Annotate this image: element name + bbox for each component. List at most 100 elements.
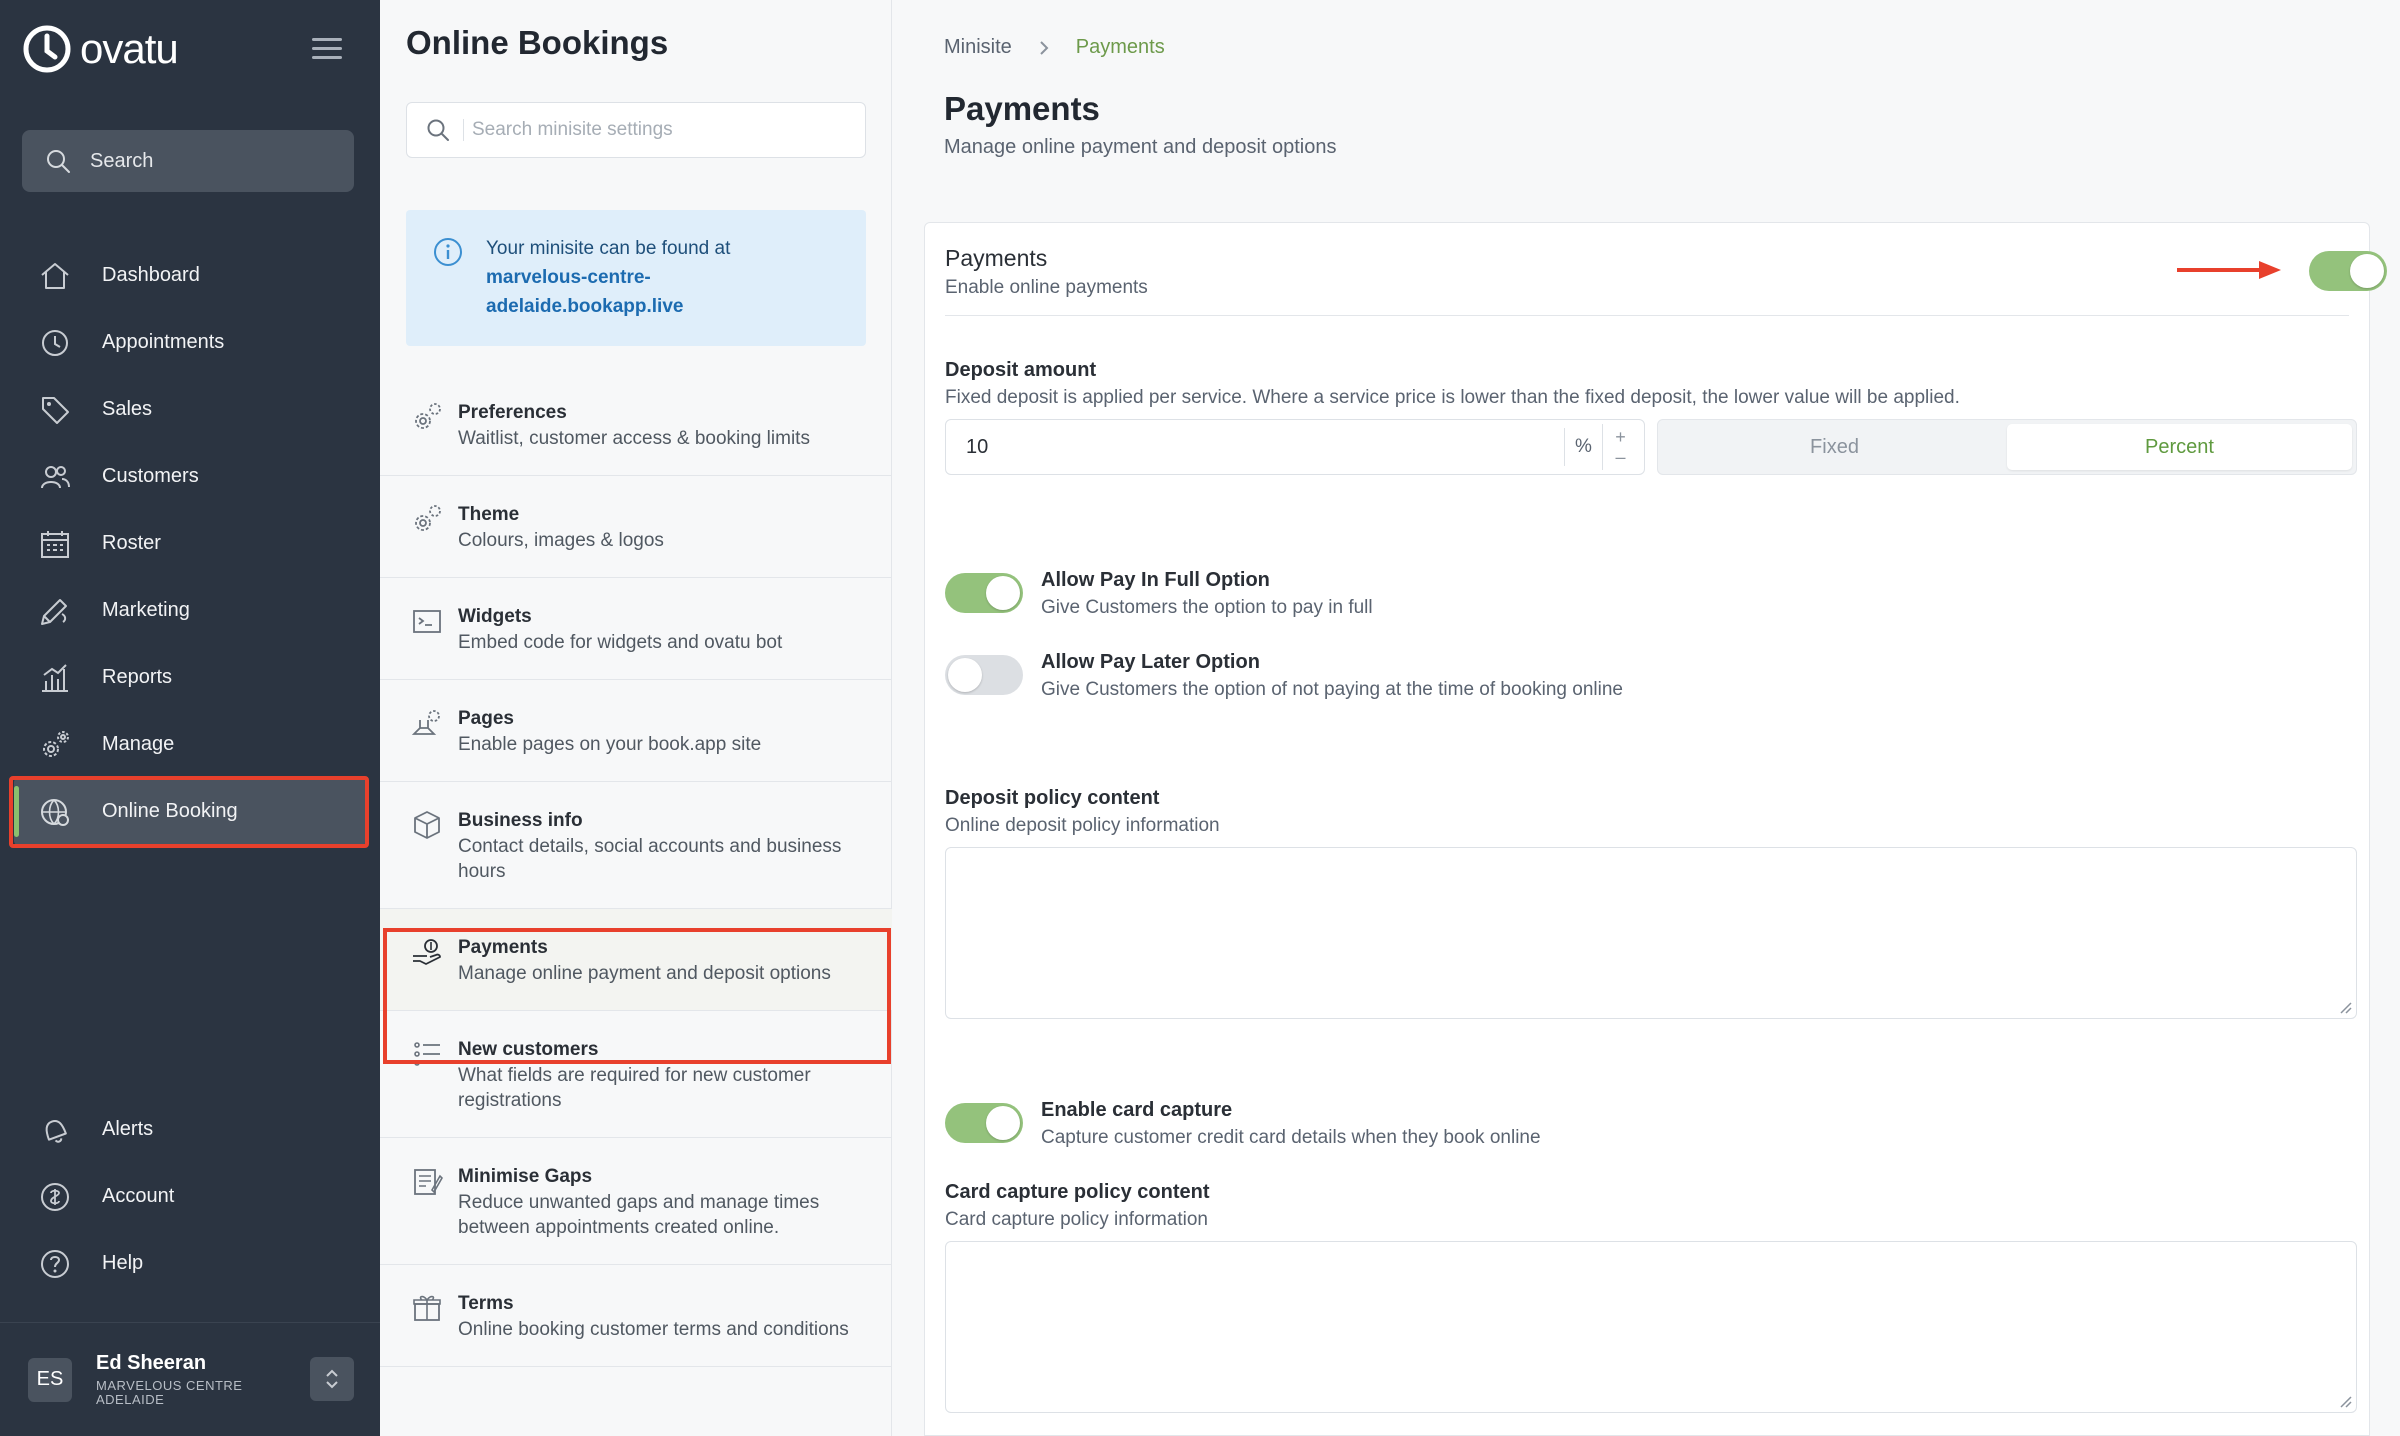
highlight-box-online-booking — [9, 776, 369, 848]
gift-icon — [413, 1295, 441, 1321]
sidebar-search[interactable]: Search — [22, 130, 354, 192]
settings-item-desc: Reduce unwanted gaps and manage times be… — [458, 1192, 820, 1238]
card-policy-textarea[interactable] — [945, 1241, 2357, 1413]
settings-panel-title: Online Bookings — [406, 24, 669, 61]
minisite-info-box: Your minisite can be found at marvelous-… — [406, 210, 866, 346]
deposit-amount-desc: Fixed deposit is applied per service. Wh… — [945, 387, 1960, 408]
sidebar-item-reports[interactable]: Reports — [0, 644, 380, 711]
settings-item-theme[interactable]: Theme Colours, images & logos — [380, 476, 892, 578]
sidebar-item-marketing[interactable]: Marketing — [0, 577, 380, 644]
decrement-icon[interactable]: – — [1615, 447, 1625, 467]
settings-item-desc: Contact details, social accounts and bus… — [458, 836, 842, 882]
chevron-up-down-icon — [326, 1369, 338, 1389]
sidebar-item-alerts[interactable]: Alerts — [0, 1096, 380, 1163]
info-icon — [434, 238, 462, 266]
card-capture-desc: Capture customer credit card details whe… — [1041, 1127, 1541, 1148]
settings-item-title: Theme — [458, 504, 520, 525]
settings-list: Preferences Waitlist, customer access & … — [380, 374, 892, 1367]
deposit-type-fixed[interactable]: Fixed — [1662, 424, 2007, 470]
deposit-policy-desc: Online deposit policy information — [945, 815, 1220, 836]
user-info: Ed Sheeran MARVELOUS CENTRE ADELAIDE — [96, 1352, 276, 1407]
sidebar-item-help[interactable]: Help — [0, 1230, 380, 1297]
deposit-type-percent[interactable]: Percent — [2007, 424, 2352, 470]
gears-icon — [415, 403, 441, 429]
sidebar-item-label: Customers — [102, 465, 199, 487]
increment-icon[interactable]: + — [1615, 427, 1626, 447]
hamburger-menu-icon[interactable] — [312, 38, 342, 62]
deposit-policy-textarea[interactable] — [945, 847, 2357, 1019]
settings-search-input[interactable] — [463, 119, 843, 141]
search-icon — [47, 150, 70, 173]
settings-item-desc: What fields are required for new custome… — [458, 1065, 811, 1111]
sidebar-item-dashboard[interactable]: Dashboard — [0, 242, 380, 309]
sidebar-item-account[interactable]: Account — [0, 1163, 380, 1230]
settings-item-title: Terms — [458, 1293, 514, 1314]
settings-search[interactable] — [406, 102, 866, 158]
pay-in-full-desc: Give Customers the option to pay in full — [1041, 597, 1373, 618]
tag-icon — [42, 396, 69, 424]
user-profile: ES Ed Sheeran MARVELOUS CENTRE ADELAIDE — [0, 1322, 380, 1436]
payments-title: Payments — [945, 245, 1048, 271]
settings-item-desc: Waitlist, customer access & booking limi… — [458, 428, 810, 449]
sidebar-item-label: Reports — [102, 666, 173, 688]
deposit-unit: % — [1564, 428, 1602, 466]
payments-toggle[interactable] — [2309, 251, 2387, 291]
breadcrumb: Minisite Payments — [944, 36, 1165, 59]
sidebar-item-appointments[interactable]: Appointments — [0, 309, 380, 376]
calendar-icon — [41, 530, 69, 558]
settings-item-pages[interactable]: Pages Enable pages on your book.app site — [380, 680, 892, 782]
users-icon — [41, 465, 70, 488]
sidebar-item-label: Help — [102, 1252, 144, 1274]
red-arrow-icon — [2177, 261, 2281, 279]
bar-chart-icon — [42, 663, 68, 692]
divider — [945, 315, 2349, 316]
settings-item-desc: Enable pages on your book.app site — [458, 734, 762, 755]
settings-panel: Online Bookings Your minisite can be fou… — [380, 0, 892, 1436]
logo[interactable]: ovatu — [22, 24, 179, 74]
avatar[interactable]: ES — [28, 1357, 72, 1402]
pay-in-full-toggle[interactable] — [945, 573, 1023, 613]
breadcrumb-minisite[interactable]: Minisite — [944, 36, 1012, 59]
sidebar-item-manage[interactable]: Manage — [0, 711, 380, 778]
sidebar: ovatu Search Dashboard Appointments Sale… — [0, 0, 380, 1436]
box-icon — [414, 811, 440, 839]
pay-later-toggle[interactable] — [945, 655, 1023, 695]
user-organization: MARVELOUS CENTRE ADELAIDE — [96, 1378, 243, 1407]
settings-item-title: Business info — [458, 810, 583, 831]
account-switcher-button[interactable] — [310, 1357, 354, 1401]
resize-handle-icon[interactable] — [2338, 1000, 2352, 1014]
highlight-box-payments — [383, 928, 891, 1064]
sidebar-item-sales[interactable]: Sales — [0, 376, 380, 443]
card-capture-label: Enable card capture — [1041, 1099, 1233, 1121]
settings-item-minimise-gaps[interactable]: Minimise Gaps Reduce unwanted gaps and m… — [380, 1138, 892, 1265]
deposit-type-segmented-control: Fixed Percent — [1657, 419, 2357, 475]
deposit-amount-value[interactable]: 10 — [946, 436, 1564, 459]
sidebar-bottom-nav: Alerts Account Help — [0, 1096, 380, 1297]
sidebar-item-label: Manage — [102, 733, 175, 755]
deposit-amount-input[interactable]: 10 % + – — [945, 419, 1645, 475]
deposit-amount-label: Deposit amount — [945, 359, 1097, 381]
sidebar-item-roster[interactable]: Roster — [0, 510, 380, 577]
card-capture-toggle[interactable] — [945, 1103, 1023, 1143]
sidebar-item-label: Sales — [102, 398, 153, 420]
pages-icon — [411, 710, 440, 735]
settings-item-preferences[interactable]: Preferences Waitlist, customer access & … — [380, 374, 892, 476]
sidebar-item-customers[interactable]: Customers — [0, 443, 380, 510]
pay-later-label: Allow Pay Later Option — [1041, 651, 1260, 673]
info-text: Your minisite can be found at — [486, 238, 731, 259]
sidebar-item-label: Roster — [102, 532, 161, 554]
resize-handle-icon[interactable] — [2338, 1394, 2352, 1408]
pay-in-full-label: Allow Pay In Full Option — [1041, 569, 1270, 591]
settings-item-terms[interactable]: Terms Online booking customer terms and … — [380, 1265, 892, 1367]
settings-item-business-info[interactable]: Business info Contact details, social ac… — [380, 782, 892, 909]
minisite-link[interactable]: marvelous-centre-adelaide.bookapp.live — [486, 263, 842, 321]
settings-item-widgets[interactable]: Widgets Embed code for widgets and ovatu… — [380, 578, 892, 680]
settings-item-title: Pages — [458, 708, 514, 729]
deposit-policy-label: Deposit policy content — [945, 787, 1160, 809]
quantity-stepper[interactable]: + – — [1602, 424, 1638, 470]
clock-logo-icon — [23, 25, 71, 73]
card-policy-label: Card capture policy content — [945, 1181, 1210, 1203]
sidebar-item-label: Alerts — [102, 1118, 154, 1140]
search-label: Search — [90, 149, 154, 172]
settings-item-title: Minimise Gaps — [458, 1166, 593, 1187]
